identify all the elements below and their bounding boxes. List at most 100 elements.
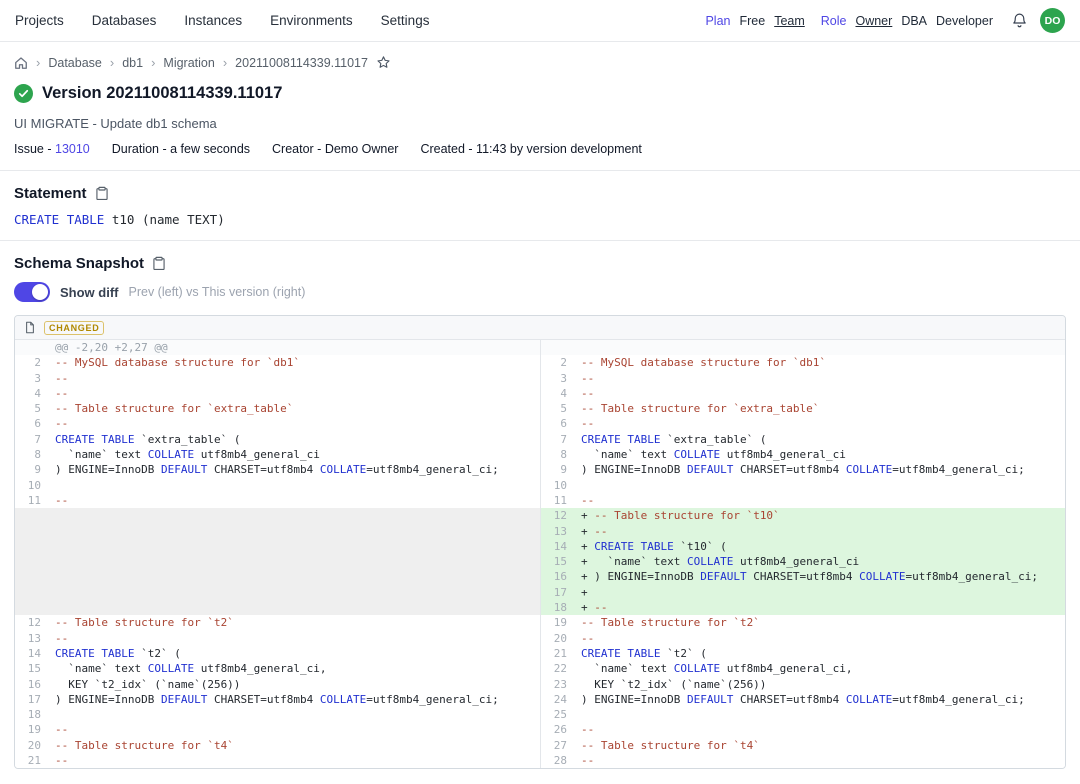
diff-row: 17) ENGINE=InnoDB DEFAULT CHARSET=utf8mb… (15, 692, 1065, 707)
breadcrumb-separator: › (36, 55, 40, 70)
line-number: 14 (15, 646, 49, 661)
show-diff-toggle[interactable] (14, 282, 50, 302)
line-number: 19 (15, 722, 49, 737)
diff-body[interactable]: @@ -2,20 +2,27 @@2-- MySQL database stru… (15, 340, 1065, 768)
diff-right-cell: 18+ -- (540, 600, 1065, 615)
nav-item-environments[interactable]: Environments (270, 13, 353, 28)
line-number (15, 600, 49, 615)
schema-snapshot-section: Schema Snapshot Show diff Prev (left) vs… (0, 241, 1080, 769)
diff-left-cell: 10 (15, 478, 540, 493)
code-line: `name` text COLLATE utf8mb4_general_ci, (575, 661, 853, 676)
code-line: -- MySQL database structure for `db1` (49, 355, 300, 370)
diff-row: 17+ (15, 585, 1065, 600)
diff-left-cell: 12-- Table structure for `t2` (15, 615, 540, 630)
nav-item-settings[interactable]: Settings (381, 13, 430, 28)
diff-left-cell: 9) ENGINE=InnoDB DEFAULT CHARSET=utf8mb4… (15, 462, 540, 477)
code-line: + `name` text COLLATE utf8mb4_general_ci (575, 554, 859, 569)
line-number: 10 (541, 478, 575, 493)
code-line: -- Table structure for `extra_table` (575, 401, 819, 416)
issue-link[interactable]: 13010 (55, 142, 90, 156)
code-line (49, 554, 55, 569)
line-number: 16 (15, 677, 49, 692)
home-icon[interactable] (14, 56, 28, 70)
diff-right-cell: 13+ -- (540, 524, 1065, 539)
diff-right-cell: 15+ `name` text COLLATE utf8mb4_general_… (540, 554, 1065, 569)
diff-left-cell (15, 585, 540, 600)
favorite-star-icon[interactable] (376, 55, 391, 70)
diff-left-cell (15, 539, 540, 554)
code-line: -- (575, 493, 594, 508)
code-line: KEY `t2_idx` (`name`(256)) (575, 677, 766, 692)
diff-left-cell: 13-- (15, 631, 540, 646)
diff-left-cell: 4-- (15, 386, 540, 401)
meta-creator: Creator - Demo Owner (272, 142, 398, 156)
diff-row: 12+ -- Table structure for `t10` (15, 508, 1065, 523)
line-number: 10 (15, 478, 49, 493)
role-option-dba[interactable]: DBA (901, 14, 927, 28)
diff-left-cell: 6-- (15, 416, 540, 431)
code-line: -- (575, 753, 594, 768)
diff-right-cell: 27-- Table structure for `t4` (540, 738, 1065, 753)
code-line: -- Table structure for `t2` (575, 615, 760, 630)
line-number (15, 539, 49, 554)
version-title-row: Version 20211008114339.11017 (14, 84, 1066, 103)
nav-item-projects[interactable]: Projects (15, 13, 64, 28)
statement-section: Statement CREATE TABLE t10 (name TEXT) (0, 171, 1080, 240)
line-number: 21 (15, 753, 49, 768)
code-line: -- MySQL database structure for `db1` (575, 355, 826, 370)
diff-row: 7CREATE TABLE `extra_table` (7CREATE TAB… (15, 432, 1065, 447)
code-line: + CREATE TABLE `t10` ( (575, 539, 727, 554)
code-line: -- (49, 631, 68, 646)
diff-right-cell: 21CREATE TABLE `t2` ( (540, 646, 1065, 661)
diff-left-cell: 11-- (15, 493, 540, 508)
line-number: 4 (541, 386, 575, 401)
code-line (49, 508, 55, 523)
diff-right-cell: 17+ (540, 585, 1065, 600)
line-number: 16 (541, 569, 575, 584)
plan-option-free[interactable]: Free (739, 14, 765, 28)
diff-right-cell: 20-- (540, 631, 1065, 646)
breadcrumb-item-migration[interactable]: Migration (163, 56, 214, 70)
diff-row: 4--4-- (15, 386, 1065, 401)
notification-bell-icon[interactable] (1011, 12, 1028, 29)
page-title: Version 20211008114339.11017 (42, 84, 282, 103)
line-number: 8 (15, 447, 49, 462)
diff-row: 6--6-- (15, 416, 1065, 431)
breadcrumb: ›Database›db1›Migration›20211008114339.1… (14, 55, 1066, 70)
code-line: -- (49, 493, 68, 508)
code-line: ) ENGINE=InnoDB DEFAULT CHARSET=utf8mb4 … (49, 692, 499, 707)
diff-row: 14+ CREATE TABLE `t10` ( (15, 539, 1065, 554)
line-number: 14 (541, 539, 575, 554)
role-option-developer[interactable]: Developer (936, 14, 993, 28)
role-option-owner[interactable]: Owner (855, 14, 892, 28)
line-number: 20 (15, 738, 49, 753)
code-line: `name` text COLLATE utf8mb4_general_ci, (49, 661, 327, 676)
line-number: 20 (541, 631, 575, 646)
show-diff-row: Show diff Prev (left) vs This version (r… (0, 280, 1080, 313)
user-avatar[interactable]: DO (1040, 8, 1065, 33)
code-line (575, 478, 581, 493)
plan-option-team[interactable]: Team (774, 14, 805, 28)
nav-item-instances[interactable]: Instances (184, 13, 242, 28)
changed-badge: CHANGED (44, 321, 104, 335)
diff-row: 10 10 (15, 478, 1065, 493)
line-number: 3 (15, 371, 49, 386)
diff-left-cell: 17) ENGINE=InnoDB DEFAULT CHARSET=utf8mb… (15, 692, 540, 707)
code-line: -- (575, 416, 594, 431)
line-number: 6 (15, 416, 49, 431)
diff-right-cell: 28-- (540, 753, 1065, 768)
diff-row: 18+ -- (15, 600, 1065, 615)
diff-row: 5-- Table structure for `extra_table`5--… (15, 401, 1065, 416)
copy-statement-icon[interactable] (95, 186, 109, 201)
nav-item-databases[interactable]: Databases (92, 13, 157, 28)
line-number: 8 (541, 447, 575, 462)
diff-left-cell: 15 `name` text COLLATE utf8mb4_general_c… (15, 661, 540, 676)
breadcrumb-separator: › (151, 55, 155, 70)
breadcrumb-item-db1[interactable]: db1 (122, 56, 143, 70)
breadcrumb-item-database[interactable]: Database (48, 56, 102, 70)
code-line: -- (49, 722, 68, 737)
copy-snapshot-icon[interactable] (152, 256, 166, 271)
line-number (15, 569, 49, 584)
line-number: 22 (541, 661, 575, 676)
diff-right-cell: 16+ ) ENGINE=InnoDB DEFAULT CHARSET=utf8… (540, 569, 1065, 584)
